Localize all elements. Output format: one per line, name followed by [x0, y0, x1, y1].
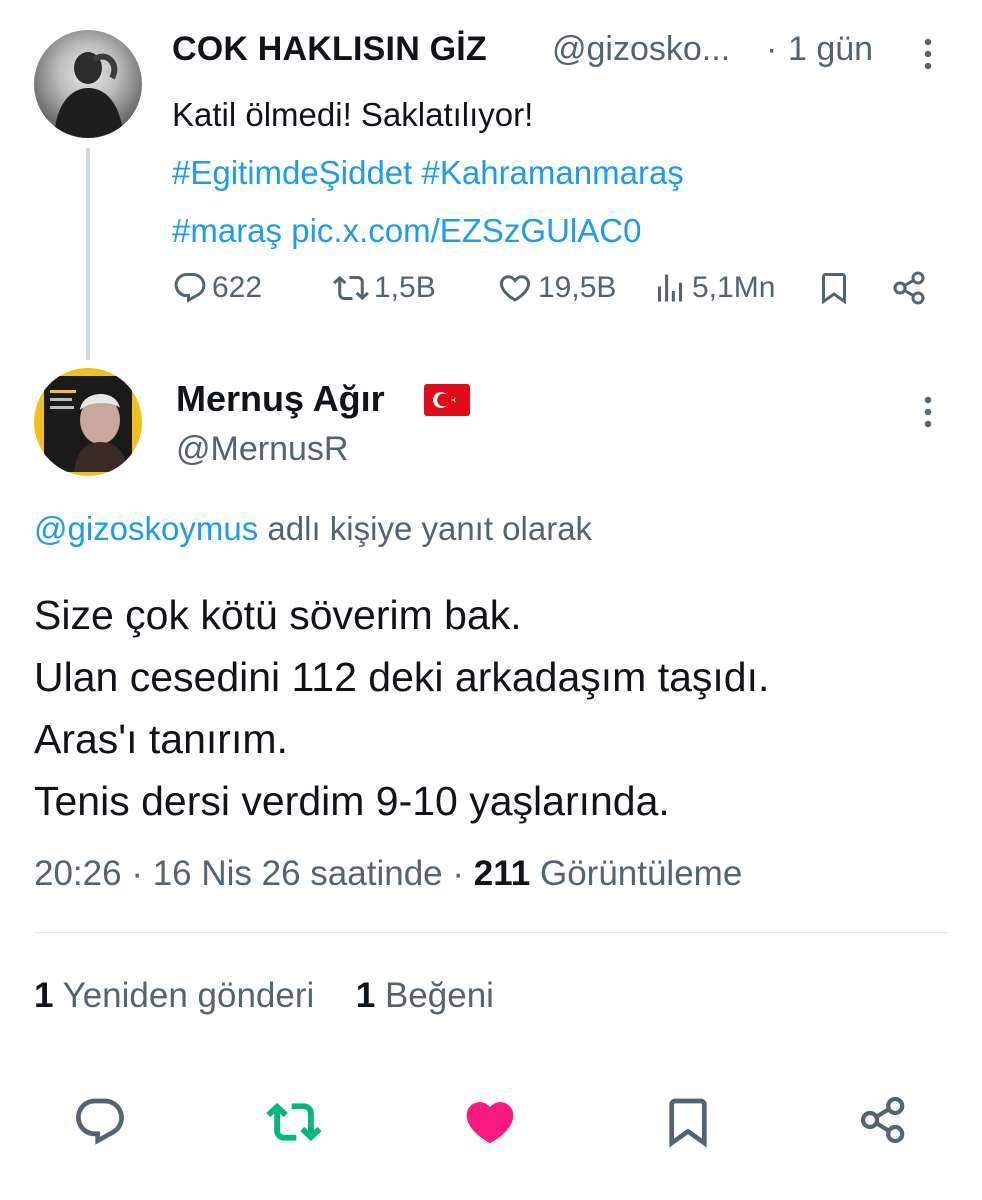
- repost-button-main[interactable]: [266, 1094, 322, 1150]
- repost-stat-count: 1: [34, 976, 54, 1015]
- tweet-time[interactable]: 20:26: [34, 854, 122, 893]
- views-icon: [658, 274, 682, 302]
- like-count: 19,5B: [538, 271, 617, 304]
- repost-button[interactable]: 1,5B: [332, 270, 436, 306]
- reply-button-main[interactable]: [72, 1094, 128, 1150]
- parent-tweet-text: Katil ölmedi! Saklatılıyor! #EgitimdeŞid…: [172, 86, 952, 260]
- reply-icon: [76, 1098, 124, 1145]
- like-icon: [466, 1102, 514, 1144]
- like-stat[interactable]: 1 Beğeni: [356, 976, 494, 1015]
- bookmark-button[interactable]: [816, 270, 852, 311]
- parent-handle[interactable]: @gizosko...: [552, 30, 730, 69]
- replying-to: @gizoskoymus adlı kişiye yanıt olarak: [34, 510, 592, 548]
- views-button[interactable]: 5,1Mn: [652, 270, 775, 306]
- like-icon: [499, 275, 531, 302]
- bookmark-icon: [669, 1098, 707, 1148]
- view-label: Görüntüleme: [539, 854, 743, 893]
- repost-count: 1,5B: [374, 271, 436, 304]
- replying-to-handle[interactable]: @gizoskoymus: [34, 510, 258, 547]
- share-button[interactable]: [890, 268, 930, 313]
- thread-connector-line: [86, 148, 90, 360]
- reply-text-line: Tenis dersi verdim 9-10 yaşlarında.: [34, 778, 670, 824]
- meta-separator: ·: [452, 854, 465, 893]
- like-button[interactable]: 19,5B: [496, 270, 616, 306]
- parent-text-line: Katil ölmedi! Saklatılıyor!: [172, 96, 534, 133]
- reply-text-line: Aras'ı tanırım.: [34, 716, 288, 762]
- share-button-main[interactable]: [856, 1092, 912, 1148]
- bookmark-button-main[interactable]: [660, 1094, 716, 1150]
- avatar-reply[interactable]: [34, 368, 142, 476]
- repost-icon: [266, 1102, 322, 1142]
- repost-icon: [333, 275, 369, 301]
- parent-time[interactable]: 1 gün: [788, 30, 873, 69]
- engagement-stats: 1 Yeniden gönderi 1 Beğeni: [34, 976, 494, 1016]
- more-icon[interactable]: [908, 34, 948, 74]
- reply-text-line: Ulan cesedini 112 deki arkadaşım taşıdı.: [34, 654, 770, 700]
- parent-display-name[interactable]: COK HAKLISIN GİZ: [172, 30, 487, 69]
- reply-tweet-text: Size çok kötü söverim bak. Ulan cesedini…: [34, 584, 964, 832]
- reply-display-name[interactable]: Mernuş Ağır: [176, 378, 385, 420]
- hashtag-link[interactable]: #Kahramanmaraş: [422, 154, 684, 191]
- hashtag-link[interactable]: #EgitimdeŞiddet: [172, 154, 412, 191]
- parent-separator: ·: [766, 30, 778, 68]
- hashtag-link[interactable]: #maraş: [172, 212, 282, 249]
- repost-stat[interactable]: 1 Yeniden gönderi: [34, 976, 324, 1015]
- reply-handle[interactable]: @MernusR: [176, 430, 348, 469]
- views-count: 5,1Mn: [692, 271, 776, 304]
- repost-stat-label: Yeniden gönderi: [62, 976, 315, 1015]
- like-button-main[interactable]: [462, 1094, 518, 1150]
- tweet-meta: 20:26 · 16 Nis 26 saatinde · 211 Görüntü…: [34, 854, 742, 894]
- like-stat-label: Beğeni: [384, 976, 494, 1015]
- bookmark-icon: [822, 273, 846, 305]
- pic-link[interactable]: pic.x.com/EZSzGUlAC0: [291, 212, 641, 249]
- meta-separator: ·: [131, 854, 143, 893]
- avatar-parent[interactable]: [34, 30, 142, 138]
- replying-to-suffix: adlı kişiye yanıt olarak: [267, 510, 593, 547]
- tweet-date[interactable]: 16 Nis 26 saatinde: [153, 854, 443, 893]
- reply-icon: [174, 273, 206, 303]
- divider: [34, 932, 948, 933]
- share-icon: [860, 1096, 905, 1144]
- share-icon: [893, 271, 925, 305]
- reply-text-line: Size çok kötü söverim bak.: [34, 592, 522, 638]
- like-stat-count: 1: [355, 976, 376, 1015]
- view-count: 211: [473, 854, 531, 893]
- turkey-flag-icon: [424, 384, 470, 416]
- reply-button[interactable]: 622: [172, 270, 262, 306]
- more-icon[interactable]: [908, 392, 948, 432]
- reply-count: 622: [212, 271, 263, 304]
